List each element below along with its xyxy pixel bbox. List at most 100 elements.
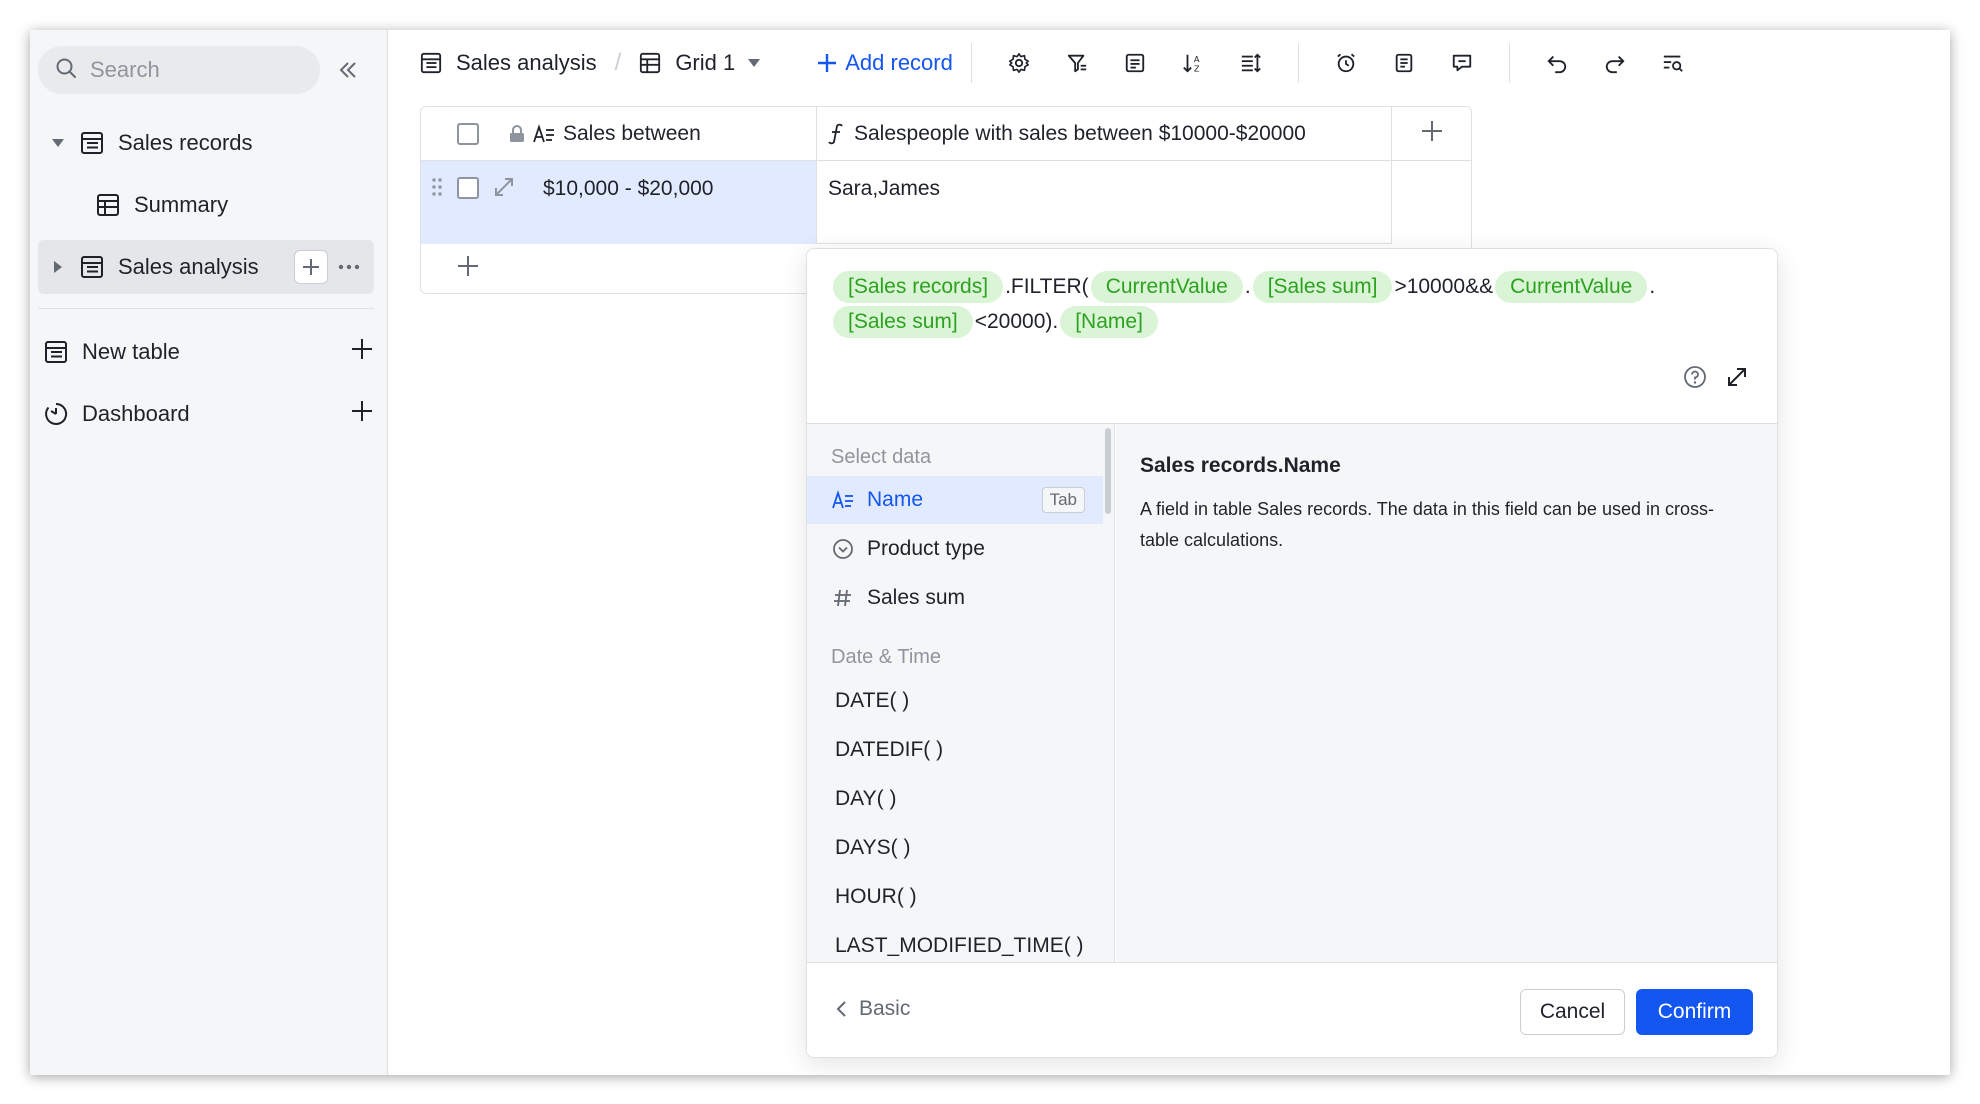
formula-text: .FILTER(	[1005, 275, 1089, 298]
search-icon	[54, 56, 78, 85]
form-icon[interactable]	[1384, 43, 1424, 83]
expand-right-icon[interactable]	[46, 260, 70, 274]
cancel-button[interactable]: Cancel	[1520, 989, 1625, 1035]
view-selector[interactable]: Grid 1	[639, 50, 761, 76]
sidebar-item-new-table[interactable]: New table	[44, 327, 374, 377]
find-icon[interactable]	[1653, 43, 1693, 83]
formula-editor-panel: [Sales records] .FILTER(CurrentValue. [Sal…	[806, 248, 1778, 1058]
formula-reference-chip[interactable]: [Sales sum]	[1252, 271, 1393, 303]
function-day[interactable]: DAY( )	[835, 787, 896, 811]
redo-icon[interactable]	[1595, 43, 1635, 83]
formula-tools	[1683, 365, 1749, 394]
expand-record-icon[interactable]	[493, 176, 515, 203]
field-option-name[interactable]: Name Tab	[807, 476, 1103, 524]
table-icon	[420, 52, 442, 74]
sidebar-item-label: Sales analysis	[118, 254, 259, 279]
filter-icon[interactable]	[1057, 43, 1097, 83]
search-placeholder: Search	[90, 57, 160, 82]
formula-text: .	[1649, 275, 1656, 298]
formula-reference-chip[interactable]: CurrentValue	[1090, 271, 1243, 303]
add-row-button[interactable]	[457, 255, 479, 282]
function-days[interactable]: DAYS( )	[835, 836, 910, 860]
help-icon[interactable]	[1683, 365, 1707, 394]
sidebar-item-dashboard[interactable]: Dashboard	[44, 389, 374, 439]
scrollbar[interactable]	[1105, 428, 1111, 514]
table-title[interactable]: Sales analysis	[420, 50, 597, 76]
number-field-icon	[831, 588, 855, 608]
cell-sales-between[interactable]: $10,000 - $20,000	[543, 177, 713, 201]
plus-icon	[1421, 120, 1443, 148]
select-all-checkbox[interactable]	[457, 122, 479, 145]
basic-mode-button[interactable]: Basic	[835, 997, 910, 1021]
formula-icon	[828, 123, 844, 145]
alarm-icon[interactable]	[1326, 43, 1366, 83]
toolbar-divider	[970, 43, 972, 83]
app-window: Search Sales records Summary Sales analy…	[30, 30, 1950, 1075]
basic-label: Basic	[859, 997, 911, 1020]
grid-view-icon	[639, 52, 661, 74]
cell-salespeople-wrap[interactable]: Sara,James	[816, 161, 1391, 244]
row-height-icon[interactable]	[1231, 43, 1271, 83]
function-last-modified-time[interactable]: LAST_MODIFIED_TIME( )	[835, 934, 1084, 958]
more-icon[interactable]	[334, 264, 364, 270]
collapse-sidebar-icon[interactable]	[334, 56, 362, 84]
data-picker-list: Select data Name Tab Product type Sales …	[807, 424, 1115, 964]
function-datedif[interactable]: DATEDIF( )	[835, 738, 943, 762]
chevron-left-icon	[835, 1000, 847, 1018]
sidebar-item-summary[interactable]: Summary	[38, 178, 374, 232]
sidebar-item-label: Summary	[134, 192, 229, 217]
tab-key-hint: Tab	[1041, 487, 1085, 513]
caret-down-icon	[747, 58, 761, 68]
cell-salespeople[interactable]: Sara,James	[828, 177, 940, 201]
formula-input[interactable]: [Sales records] .FILTER(CurrentValue. [Sal…	[831, 269, 1751, 339]
table-row[interactable]: $10,000 - $20,000	[421, 161, 816, 244]
description-body: A field in table Sales records. The data…	[1140, 499, 1714, 550]
table-name: Sales analysis	[456, 50, 597, 75]
expand-icon[interactable]	[1725, 365, 1749, 394]
drag-handle-icon[interactable]	[431, 177, 443, 202]
table-icon	[44, 340, 68, 364]
field-option-sales-sum[interactable]: Sales sum	[807, 574, 1103, 622]
settings-icon[interactable]	[999, 43, 1039, 83]
function-date[interactable]: DATE( )	[835, 689, 909, 713]
select-all-checkbox-wrap[interactable]	[457, 107, 487, 161]
column-header-salespeople[interactable]: Salespeople with sales between $10000-$2…	[816, 107, 1386, 161]
description-pane: Sales records.Name A field in table Sale…	[1116, 424, 1777, 964]
table-icon	[80, 255, 104, 279]
function-hour[interactable]: HOUR( )	[835, 885, 917, 909]
sort-icon[interactable]: AZ	[1173, 43, 1213, 83]
search-input[interactable]: Search	[38, 46, 320, 94]
expand-down-icon[interactable]	[46, 138, 70, 148]
field-option-label: Product type	[867, 537, 985, 560]
sidebar-item-sales-analysis[interactable]: Sales analysis	[38, 240, 374, 294]
formula-text: <20000).	[974, 310, 1059, 333]
plus-icon	[457, 256, 479, 281]
formula-reference-chip[interactable]: [Name]	[1060, 306, 1158, 338]
formula-reference-chip[interactable]: [Sales sum]	[833, 306, 973, 338]
column-label: Salespeople with sales between $10000-$2…	[854, 121, 1306, 145]
panel-footer: Basic Cancel Confirm	[807, 962, 1777, 1057]
text-field-icon	[533, 123, 555, 144]
confirm-button[interactable]: Confirm	[1636, 989, 1753, 1035]
sidebar-item-sales-records[interactable]: Sales records	[38, 116, 374, 170]
formula-reference-chip[interactable]: [Sales records]	[833, 271, 1004, 303]
add-column-button[interactable]	[1391, 107, 1471, 161]
toolbar-divider	[1508, 43, 1510, 83]
dashboard-icon	[44, 402, 68, 426]
text-field-icon	[831, 490, 855, 510]
field-option-product-type[interactable]: Product type	[807, 525, 1103, 573]
column-header-sales-between[interactable]: Sales between	[509, 107, 809, 161]
row-checkbox[interactable]	[457, 177, 479, 199]
add-view-button[interactable]	[294, 250, 328, 284]
comment-icon[interactable]	[1442, 43, 1482, 83]
svg-text:Z: Z	[1194, 63, 1200, 73]
group-icon[interactable]	[1115, 43, 1155, 83]
undo-icon[interactable]	[1537, 43, 1577, 83]
formula-reference-chip[interactable]: CurrentValue	[1495, 271, 1648, 303]
sidebar-item-label: Dashboard	[82, 401, 190, 426]
view-name: Grid 1	[675, 50, 736, 75]
add-record-button[interactable]: Add record	[817, 50, 953, 76]
add-table-icon[interactable]	[350, 337, 374, 367]
add-dashboard-icon[interactable]	[350, 399, 374, 429]
field-option-label: Name	[867, 488, 924, 511]
